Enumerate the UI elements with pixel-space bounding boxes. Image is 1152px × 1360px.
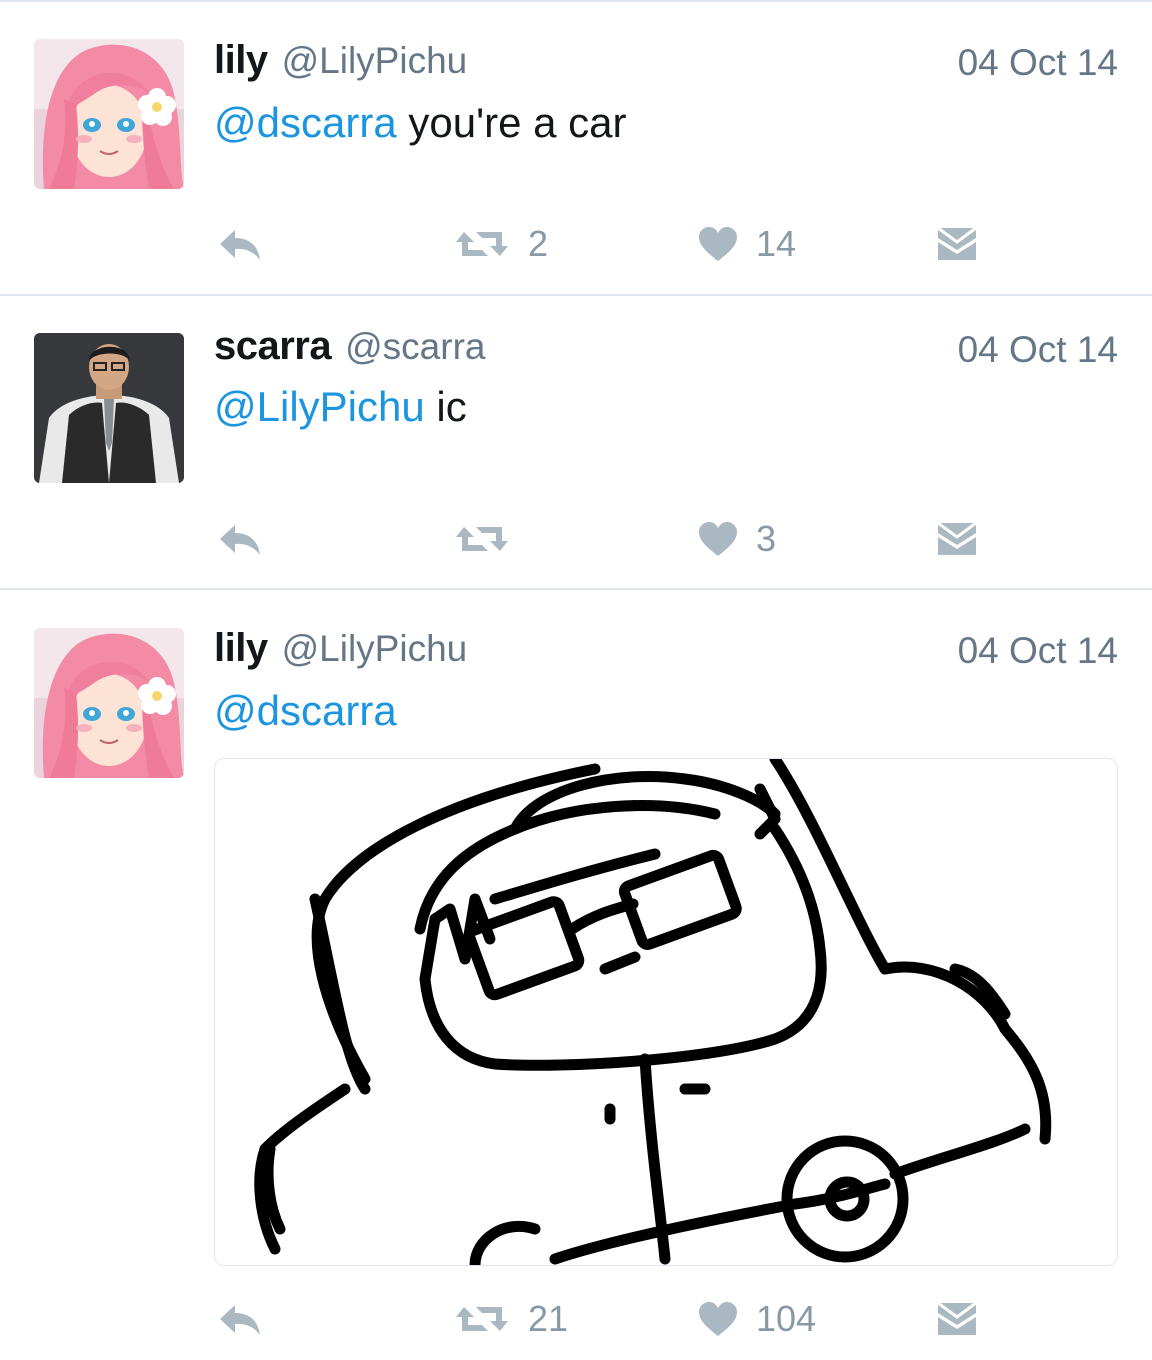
retweet-button[interactable]: 2 [454,219,548,269]
heart-icon [698,521,738,557]
mention-link[interactable]: @dscarra [214,687,397,734]
user-handle[interactable]: @LilyPichu [282,628,468,670]
mention-link[interactable]: @dscarra [214,99,397,146]
heart-icon [698,226,738,262]
tweet[interactable]: lily @LilyPichu 04 Oct 14 @dscarra 21 10… [0,590,1152,1360]
tweet-media-image[interactable] [214,758,1118,1266]
reply-icon [218,1301,262,1337]
reply-icon [218,521,262,557]
like-count: 104 [756,1298,817,1339]
user-handle[interactable]: @LilyPichu [282,40,468,82]
mention-link[interactable]: @LilyPichu [214,383,425,430]
tweet-actions: 3 [214,514,1014,564]
tweet-actions: 21 104 [214,1294,1014,1344]
tweet-body: ic [424,383,467,430]
retweet-icon [454,521,510,557]
like-button[interactable]: 104 [698,1294,816,1344]
tweet-text: @dscarra you're a car [214,98,626,148]
direct-message-button[interactable] [936,1294,978,1344]
like-button[interactable]: 3 [698,514,776,564]
retweet-icon [454,1301,510,1337]
direct-message-button[interactable] [936,219,978,269]
retweet-icon [454,226,510,262]
tweet-body: you're a car [396,99,627,146]
tweet-header: lily @LilyPichu [214,626,467,670]
display-name[interactable]: scarra [214,324,332,369]
display-name[interactable]: lily [214,626,268,671]
retweet-count: 2 [528,223,549,264]
tweet-date: 04 Oct 14 [957,630,1118,671]
tweet[interactable]: scarra @scarra 04 Oct 14 @LilyPichu ic 3 [0,296,1152,590]
direct-message-button[interactable] [936,514,978,564]
tweet-header: lily @LilyPichu [214,38,467,82]
like-count: 3 [756,518,777,559]
user-handle[interactable]: @scarra [345,326,485,368]
tweet-header: scarra @scarra [214,324,485,368]
tweet-date: 04 Oct 14 [957,42,1118,83]
reply-icon [218,226,262,262]
display-name[interactable]: lily [214,38,268,83]
direct-message-icon [936,521,978,557]
tweet-actions: 2 14 [214,219,1014,269]
retweet-button[interactable] [454,514,528,564]
retweet-count: 21 [528,1298,569,1339]
heart-icon [698,1301,738,1337]
direct-message-icon [936,1301,978,1337]
avatar[interactable] [34,333,184,483]
reply-button[interactable] [218,514,262,564]
retweet-button[interactable]: 21 [454,1294,568,1344]
car-doodle-drawing [254,759,1052,1265]
tweet-text: @dscarra [214,686,397,736]
reply-button[interactable] [218,219,262,269]
tweet-text: @LilyPichu ic [214,382,467,432]
tweet[interactable]: lily @LilyPichu 04 Oct 14 @dscarra you'r… [0,0,1152,296]
avatar[interactable] [34,39,184,189]
avatar[interactable] [34,628,184,778]
reply-button[interactable] [218,1294,262,1344]
direct-message-icon [936,226,978,262]
like-count: 14 [756,223,797,264]
like-button[interactable]: 14 [698,219,796,269]
tweet-date: 04 Oct 14 [957,329,1118,370]
